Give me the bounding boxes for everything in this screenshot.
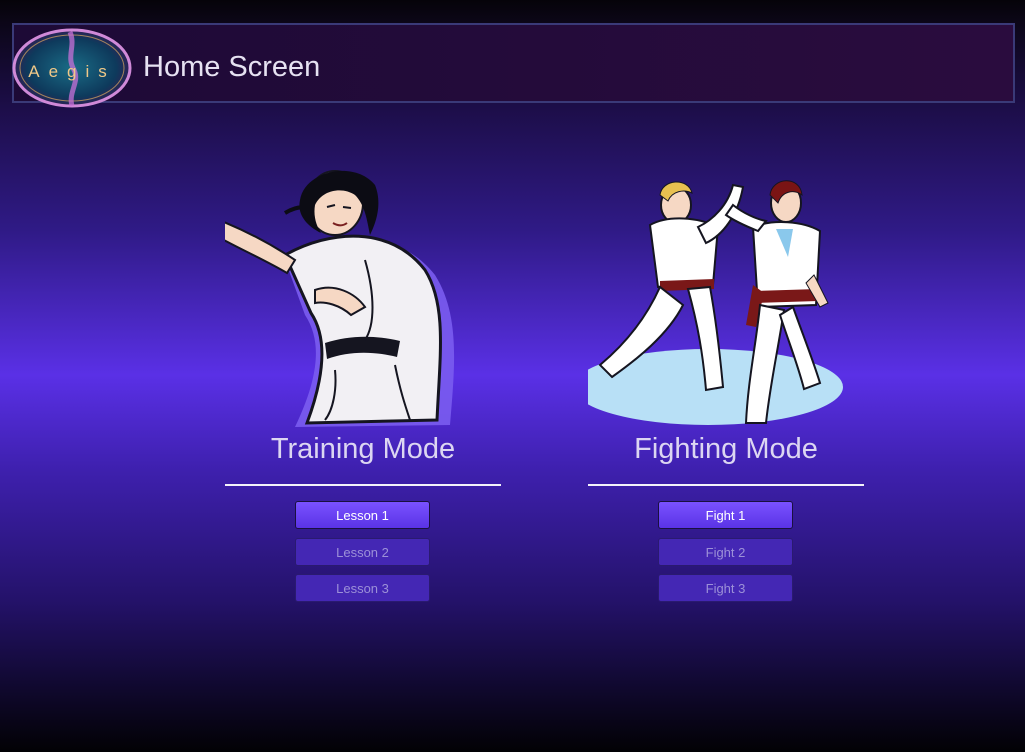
training-divider — [225, 484, 501, 486]
fight-3-button[interactable]: Fight 3 — [658, 574, 793, 602]
page-title: Home Screen — [143, 51, 321, 83]
fight-2-button[interactable]: Fight 2 — [658, 538, 793, 566]
lesson-2-button[interactable]: Lesson 2 — [295, 538, 430, 566]
svg-text:Aegis: Aegis — [28, 62, 116, 81]
training-mode-panel: Training Mode Lesson 1 Lesson 2 Lesson 3 — [225, 165, 501, 615]
karate-sparring-illustration — [588, 180, 843, 425]
training-mode-title: Training Mode — [270, 433, 456, 465]
fight-1-button[interactable]: Fight 1 — [658, 501, 793, 529]
fighting-mode-panel: Fighting Mode Fight 1 Fight 2 Fight 3 — [588, 165, 864, 615]
aegis-logo: Aegis — [12, 28, 132, 108]
fighting-mode-title: Fighting Mode — [634, 433, 818, 465]
karate-stance-illustration — [225, 170, 455, 427]
fighting-divider — [588, 484, 864, 486]
lesson-3-button[interactable]: Lesson 3 — [295, 574, 430, 602]
lesson-1-button[interactable]: Lesson 1 — [295, 501, 430, 529]
